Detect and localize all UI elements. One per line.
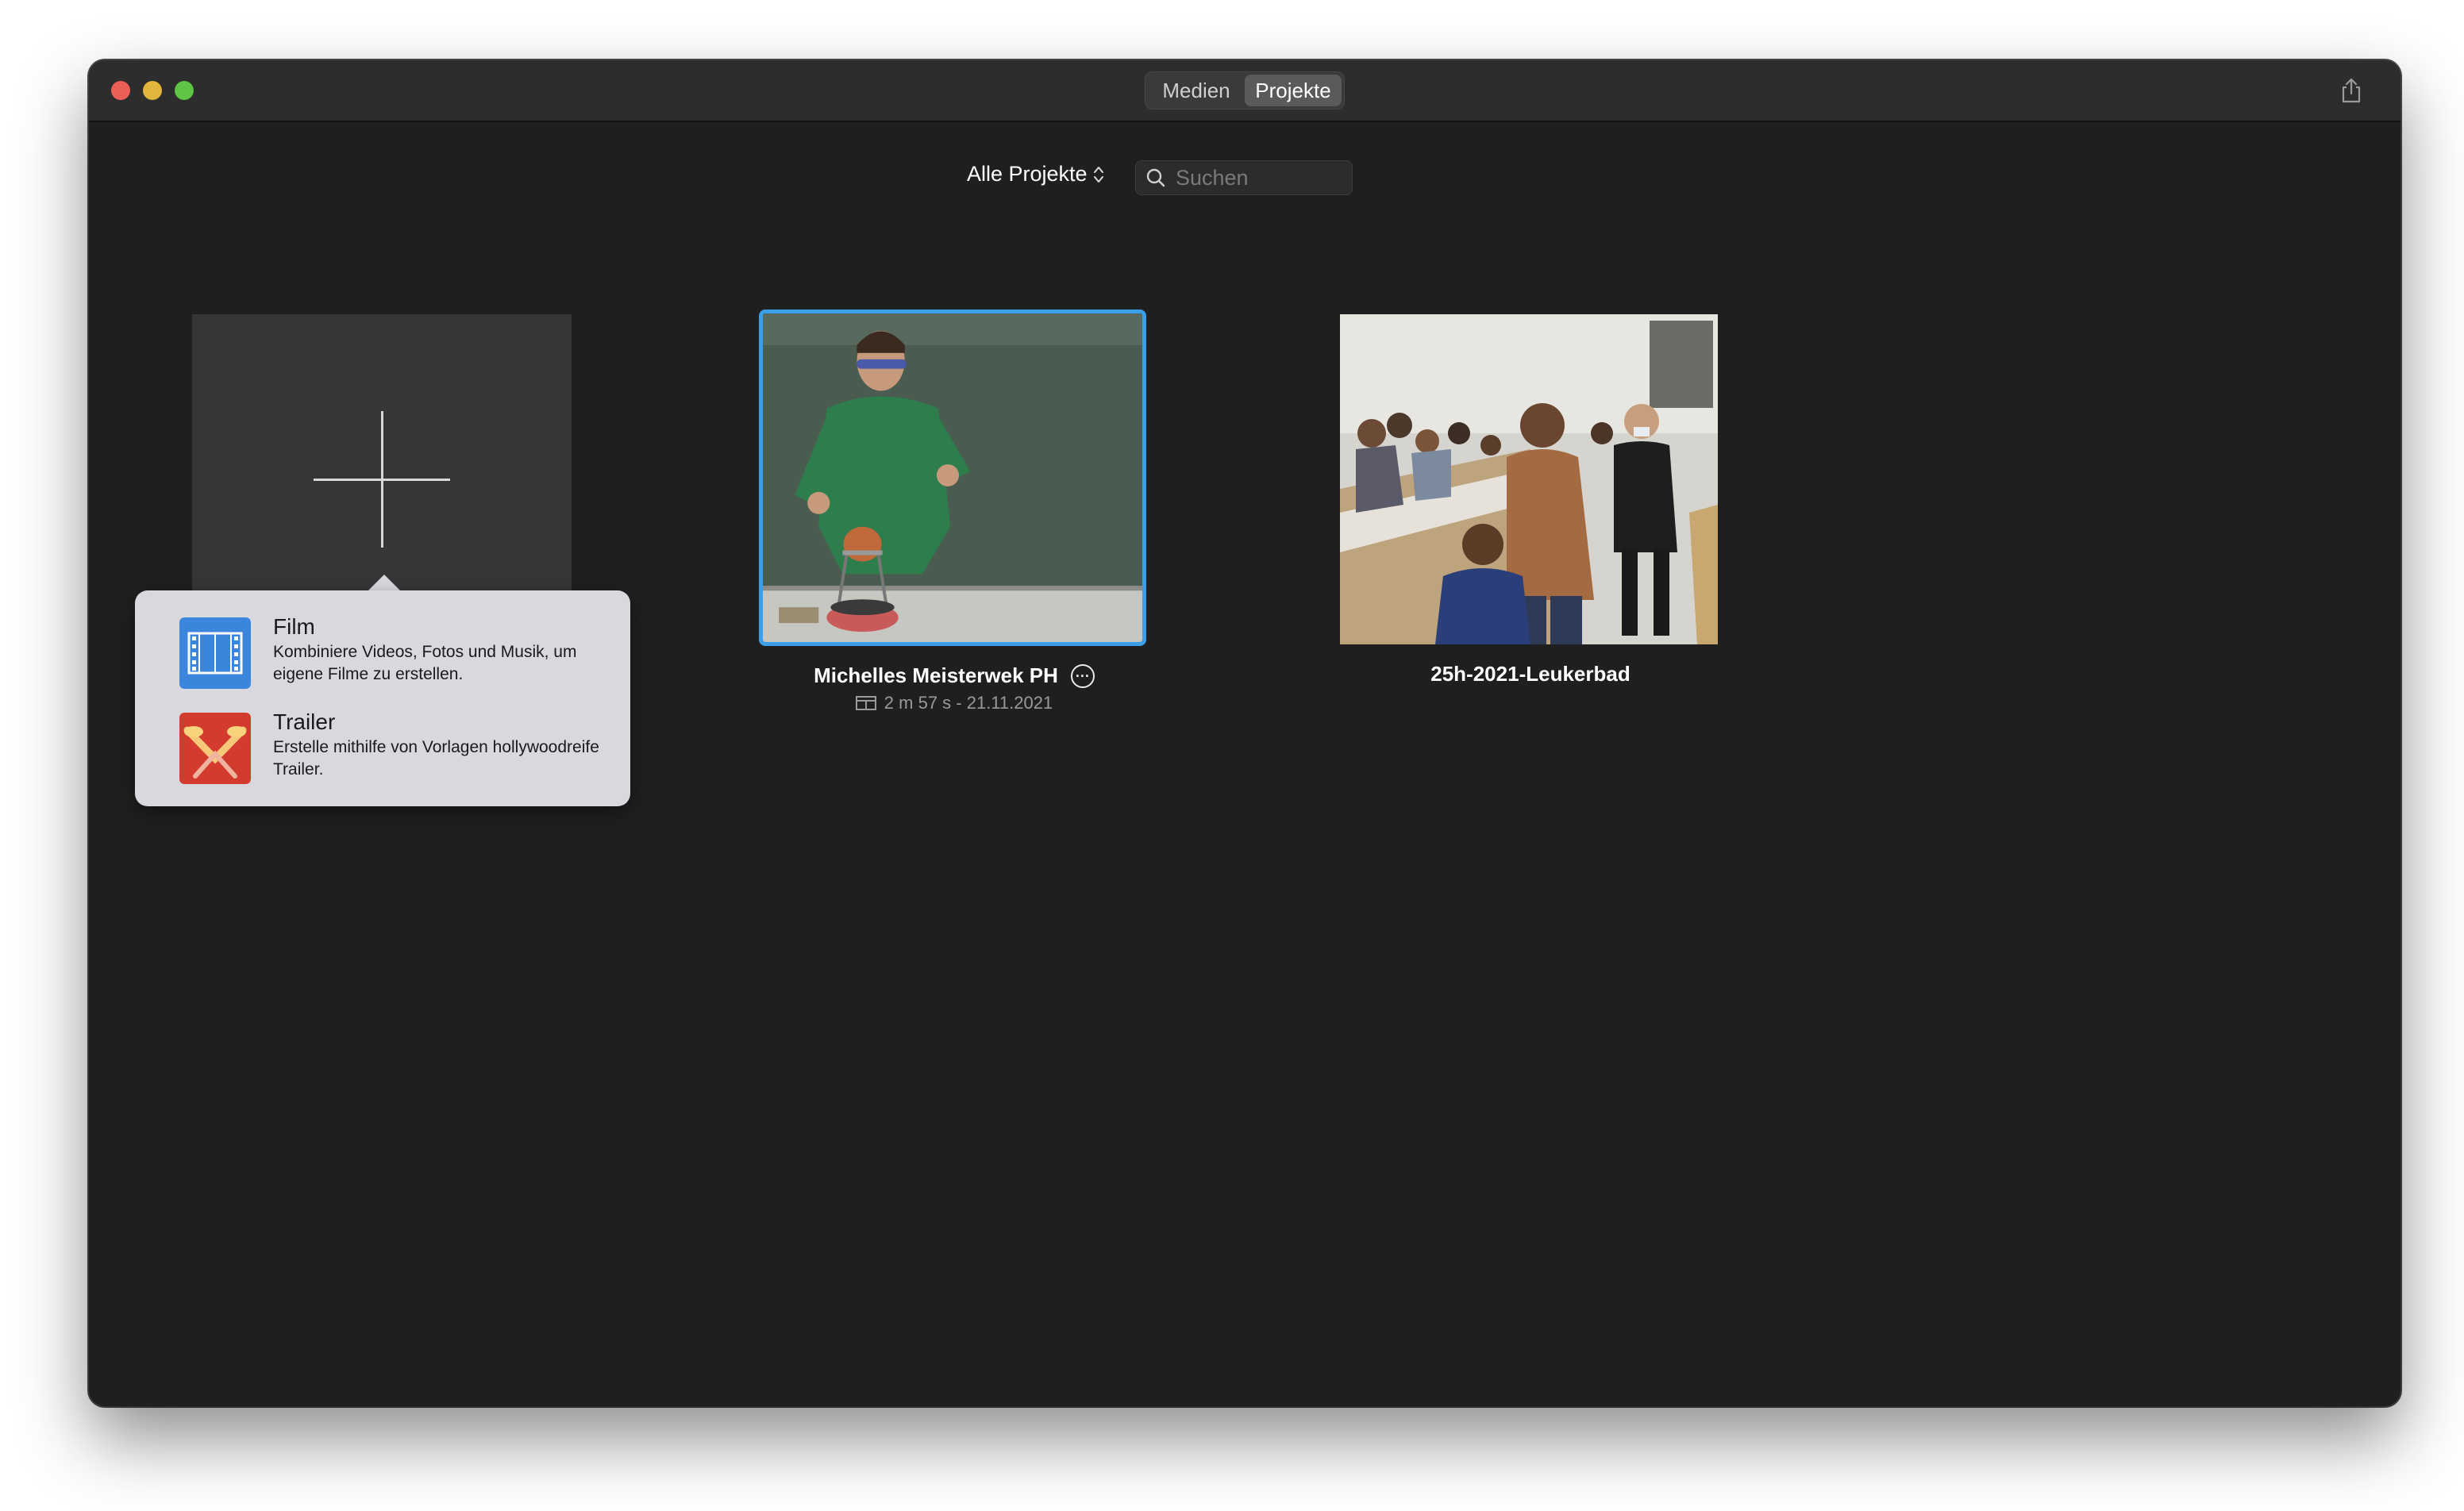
project-filter-select[interactable]: Alle Projekte bbox=[967, 162, 1105, 186]
view-switcher: Medien Projekte bbox=[1145, 71, 1345, 110]
zoom-window-button[interactable] bbox=[175, 81, 194, 100]
project-duration-date: 2 m 57 s - 21.11.2021 bbox=[884, 693, 1053, 713]
trailer-option-description: Erstelle mithilfe von Vorlagen hollywood… bbox=[273, 738, 599, 779]
tab-media[interactable]: Medien bbox=[1148, 75, 1245, 106]
search-field[interactable] bbox=[1135, 160, 1353, 195]
new-film-option[interactable]: Film Kombiniere Videos, Fotos und Musik,… bbox=[179, 614, 624, 694]
film-strip-icon bbox=[855, 696, 876, 710]
new-trailer-option[interactable]: Trailer Erstelle mithilfe von Vorlagen h… bbox=[179, 709, 624, 789]
film-option-description: Kombiniere Videos, Fotos und Musik, um e… bbox=[273, 643, 577, 683]
up-down-chevron-icon bbox=[1093, 166, 1103, 183]
trailer-option-title: Trailer bbox=[273, 709, 336, 734]
film-option-title: Film bbox=[273, 614, 315, 639]
project-card[interactable]: 25h-2021-Leukerbad bbox=[1340, 314, 1721, 686]
project-title-row: 25h-2021-Leukerbad bbox=[1340, 662, 1721, 686]
search-input[interactable] bbox=[1174, 164, 1336, 191]
project-thumbnail[interactable] bbox=[759, 310, 1146, 646]
title-bar: Medien Projekte bbox=[89, 60, 2400, 122]
teacher-photo bbox=[763, 313, 1142, 642]
project-title-row: Michelles Meisterwek PH ··· bbox=[764, 663, 1145, 688]
project-meta-row: 2 m 57 s - 21.11.2021 bbox=[764, 693, 1145, 713]
project-card[interactable]: Michelles Meisterwek PH ··· 2 m 57 s - 2… bbox=[759, 310, 1146, 713]
imovie-window: Medien Projekte Alle Projekte Suchen Fil… bbox=[89, 60, 2400, 1406]
project-title: 25h-2021-Leukerbad bbox=[1430, 662, 1630, 686]
project-filter-label: Alle Projekte bbox=[967, 162, 1088, 186]
more-options-icon[interactable]: ··· bbox=[1070, 663, 1095, 688]
tab-projects[interactable]: Projekte bbox=[1245, 75, 1342, 106]
minimize-window-button[interactable] bbox=[143, 81, 162, 100]
new-project-popover: Film Kombiniere Videos, Fotos und Musik,… bbox=[135, 590, 630, 806]
trailer-icon bbox=[179, 713, 251, 784]
share-icon[interactable] bbox=[2337, 76, 2366, 105]
group-photo bbox=[1340, 314, 1718, 644]
search-icon bbox=[1146, 168, 1165, 187]
project-title: Michelles Meisterwek PH bbox=[814, 663, 1058, 687]
project-thumbnail[interactable] bbox=[1340, 314, 1718, 644]
filter-bar: Alle Projekte bbox=[89, 159, 2400, 198]
popover-arrow bbox=[367, 575, 402, 592]
film-icon bbox=[179, 617, 251, 689]
close-window-button[interactable] bbox=[111, 81, 130, 100]
